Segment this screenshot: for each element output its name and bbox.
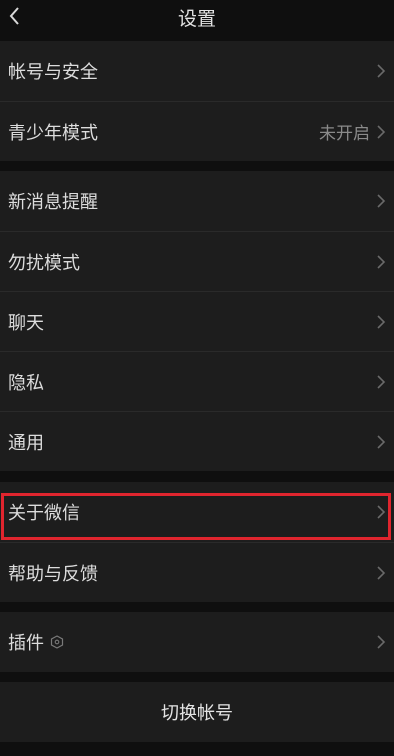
- account-security-label: 帐号与安全: [8, 62, 98, 83]
- plugin-hexagon-icon: [50, 635, 64, 649]
- plugins-section: 插件: [0, 612, 394, 672]
- account-security-item[interactable]: 帐号与安全: [0, 41, 394, 101]
- help-feedback-item[interactable]: 帮助与反馈: [0, 542, 394, 602]
- nav-bar: 设置: [0, 0, 394, 36]
- teen-mode-label: 青少年模式: [8, 122, 98, 144]
- switch-account-label: 切换帐号: [161, 703, 233, 724]
- general-item[interactable]: 通用: [0, 411, 394, 471]
- teen-mode-item[interactable]: 青少年模式 未开启: [0, 101, 394, 161]
- about-wechat-item[interactable]: 关于微信: [0, 482, 394, 542]
- chevron-right-icon: [377, 434, 386, 449]
- notifications-label: 新消息提醒: [8, 192, 98, 213]
- switch-account-button[interactable]: 切换帐号: [0, 682, 394, 742]
- account-section: 帐号与安全 青少年模式 未开启: [0, 41, 394, 161]
- chevron-right-icon: [377, 374, 386, 389]
- privacy-label: 隐私: [8, 372, 44, 394]
- about-wechat-label: 关于微信: [8, 503, 80, 524]
- page-title: 设置: [177, 8, 216, 30]
- general-label: 通用: [8, 432, 44, 454]
- notifications-item[interactable]: 新消息提醒: [0, 171, 394, 231]
- chat-label: 聊天: [8, 312, 44, 334]
- chevron-right-icon: [377, 565, 386, 580]
- teen-mode-status: 未开启: [319, 124, 370, 144]
- chevron-right-icon: [377, 124, 386, 139]
- chevron-right-icon: [377, 314, 386, 329]
- chevron-right-icon: [377, 254, 386, 269]
- plugins-item[interactable]: 插件: [0, 612, 394, 672]
- chevron-right-icon: [377, 194, 386, 208]
- about-section: 关于微信 帮助与反馈: [0, 482, 394, 602]
- chevron-right-icon: [377, 635, 386, 649]
- chevron-right-icon: [377, 505, 386, 519]
- chevron-right-icon: [377, 64, 386, 78]
- general-section: 新消息提醒 勿扰模式 聊天 隐私 通用: [0, 171, 394, 471]
- chat-item[interactable]: 聊天: [0, 291, 394, 351]
- switch-account-section: 切换帐号: [0, 682, 394, 742]
- do-not-disturb-item[interactable]: 勿扰模式: [0, 231, 394, 291]
- do-not-disturb-label: 勿扰模式: [8, 252, 80, 274]
- plugins-label: 插件: [8, 633, 44, 654]
- privacy-item[interactable]: 隐私: [0, 351, 394, 411]
- help-feedback-label: 帮助与反馈: [8, 563, 98, 585]
